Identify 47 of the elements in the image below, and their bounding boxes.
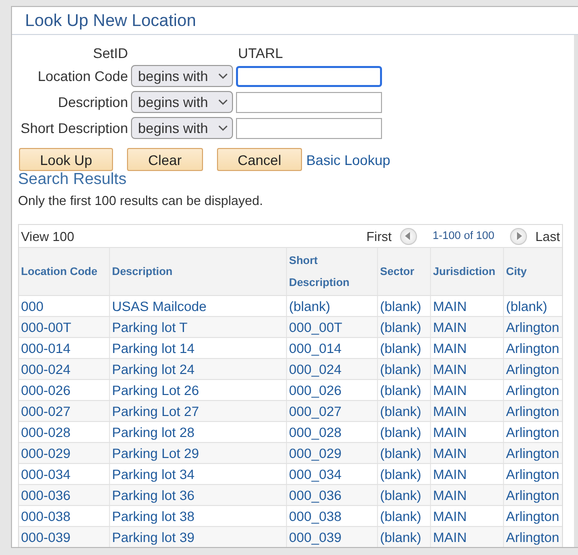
- section-title: Search Results: [18, 171, 128, 189]
- cancel-button[interactable]: Cancel: [216, 148, 302, 171]
- basic-lookup-link[interactable]: Basic Lookup: [306, 152, 390, 168]
- table-cell: 000_039: [286, 527, 377, 547]
- previous-button[interactable]: [400, 228, 417, 244]
- table-cell[interactable]: 000-026: [19, 380, 109, 400]
- field-value: UTARL: [237, 45, 284, 61]
- dialog-title: Look Up New Location: [25, 10, 196, 30]
- next-button[interactable]: [510, 228, 528, 244]
- operator-dropdown[interactable]: begins with: [131, 117, 233, 139]
- page-range: 1-100 of 100: [432, 230, 494, 242]
- column-header[interactable]: Location Code: [19, 248, 109, 295]
- table-cell: MAIN: [430, 527, 503, 547]
- first-label: First: [366, 228, 392, 244]
- view-all-label: View 100: [21, 228, 74, 244]
- table-cell[interactable]: 000-039: [19, 527, 109, 547]
- chevron-down-icon: [218, 99, 228, 105]
- table-cell[interactable]: 000-024: [19, 359, 109, 379]
- clear-button[interactable]: Clear: [127, 148, 203, 171]
- table-cell: (blank): [377, 527, 430, 547]
- table-cell[interactable]: 000-038: [19, 506, 109, 526]
- table-cell[interactable]: 000-00T: [19, 317, 109, 337]
- field-label: Description: [56, 94, 128, 110]
- operator-dropdown[interactable]: begins with: [131, 91, 233, 113]
- results-note: Only the first 100 results can be displayed.: [18, 193, 264, 208]
- table-cell: Arlington: [503, 527, 562, 547]
- table-cell[interactable]: 000-036: [19, 485, 109, 505]
- table-cell[interactable]: Parking lot 39: [109, 527, 286, 547]
- table-cell[interactable]: 000-014: [19, 338, 109, 358]
- table-cell[interactable]: 000-029: [19, 443, 109, 463]
- lookup-button[interactable]: Look Up: [19, 148, 114, 171]
- last-label: Last: [535, 228, 560, 244]
- field-label: Location Code: [36, 68, 128, 84]
- chevron-down-icon: [218, 125, 228, 131]
- table-cell[interactable]: 000-027: [19, 401, 109, 421]
- triangle-right-icon: [516, 232, 522, 240]
- field-label: SetID: [92, 45, 128, 61]
- operator-dropdown[interactable]: begins with: [131, 65, 233, 87]
- search-field[interactable]: [236, 66, 382, 86]
- search-field[interactable]: [236, 92, 382, 112]
- search-field[interactable]: [236, 118, 382, 138]
- table-cell[interactable]: 000-034: [19, 464, 109, 484]
- table-cell[interactable]: 000-028: [19, 422, 109, 442]
- chevron-down-icon: [218, 73, 228, 79]
- table-cell[interactable]: 000: [19, 296, 109, 316]
- field-label: Short Description: [20, 120, 128, 136]
- triangle-left-icon: [405, 232, 412, 240]
